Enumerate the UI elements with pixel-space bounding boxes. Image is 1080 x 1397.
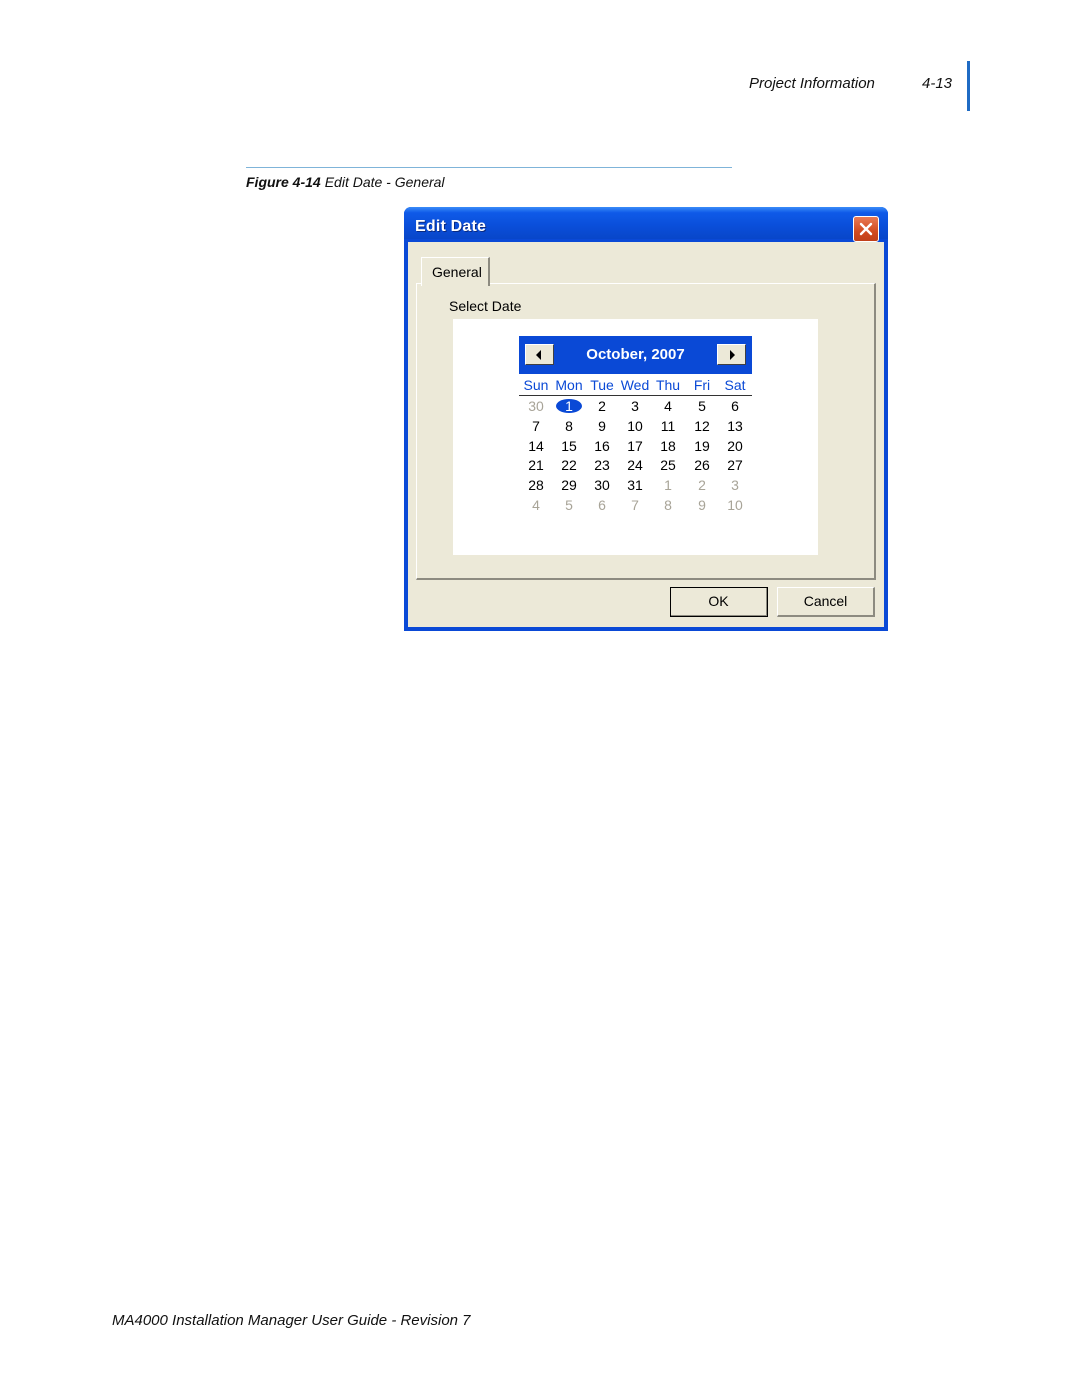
- weekday-label: Sat: [724, 377, 746, 393]
- dialog-title: Edit Date: [415, 218, 487, 235]
- calendar-day[interactable]: 9: [585, 417, 619, 435]
- page-footer: MA4000 Installation Manager User Guide -…: [112, 1312, 471, 1329]
- calendar-day[interactable]: 2: [685, 476, 719, 494]
- weekday-label: Sun: [523, 377, 549, 393]
- calendar-day[interactable]: 12: [685, 417, 719, 435]
- figure-caption-text: Edit Date - General: [324, 174, 445, 190]
- tab-general[interactable]: General: [421, 257, 490, 286]
- calendar-day[interactable]: 16: [585, 437, 619, 455]
- calendar-day[interactable]: 4: [519, 496, 553, 514]
- calendar-day[interactable]: 6: [585, 496, 619, 514]
- calendar-day[interactable]: 7: [519, 417, 553, 435]
- calendar-day[interactable]: 4: [651, 397, 685, 415]
- weekday-label: Wed: [620, 377, 650, 393]
- calendar-day[interactable]: 23: [585, 456, 619, 474]
- calendar-day[interactable]: 10: [618, 417, 652, 435]
- calendar-day[interactable]: 7: [618, 496, 652, 514]
- cancel-button[interactable]: Cancel: [777, 587, 875, 617]
- calendar-day[interactable]: 27: [718, 456, 752, 474]
- calendar-day[interactable]: 22: [552, 456, 586, 474]
- calendar-day[interactable]: 19: [685, 437, 719, 455]
- ok-button[interactable]: OK: [670, 587, 768, 617]
- page-number: 4-13: [922, 75, 953, 92]
- calendar-day[interactable]: 2: [585, 397, 619, 415]
- calendar-day[interactable]: 15: [552, 437, 586, 455]
- calendar-day[interactable]: 8: [552, 417, 586, 435]
- calendar-day[interactable]: 6: [718, 397, 752, 415]
- edit-date-dialog: Edit Date General Select Date October, 2…: [404, 207, 888, 631]
- figure-caption: Figure 4-14 Edit Date - General: [246, 174, 445, 190]
- weekday-label: Fri: [693, 377, 711, 393]
- weekday-label: Tue: [590, 377, 614, 393]
- calendar-day[interactable]: 11: [651, 417, 685, 435]
- calendar-day[interactable]: 21: [519, 456, 553, 474]
- calendar-day[interactable]: 5: [685, 397, 719, 415]
- calendar-day[interactable]: 18: [651, 437, 685, 455]
- header-accent-bar: [967, 61, 970, 111]
- weekday-label: Mon: [555, 377, 583, 393]
- dialog-client-area: General Select Date October, 2007 Sun Mon…: [408, 242, 884, 627]
- calendar-day[interactable]: 30: [585, 476, 619, 494]
- calendar-header: October, 2007: [519, 336, 752, 374]
- page-header-title: Project Information: [749, 75, 875, 92]
- close-button[interactable]: [853, 216, 879, 242]
- calendar-day[interactable]: 26: [685, 456, 719, 474]
- calendar-day[interactable]: 13: [718, 417, 752, 435]
- calendar-day[interactable]: 20: [718, 437, 752, 455]
- calendar-day[interactable]: 17: [618, 437, 652, 455]
- calendar-day[interactable]: 5: [552, 496, 586, 514]
- next-month-button[interactable]: [717, 344, 746, 365]
- dialog-titlebar[interactable]: Edit Date: [404, 207, 888, 242]
- weekday-label: Thu: [655, 377, 681, 393]
- right-triangle-icon: [730, 350, 735, 360]
- calendar-day[interactable]: 30: [519, 397, 553, 415]
- calendar-day[interactable]: 14: [519, 437, 553, 455]
- calendar-day[interactable]: 31: [618, 476, 652, 494]
- calendar-day-selected[interactable]: 1: [552, 397, 586, 415]
- calendar-day[interactable]: 8: [651, 496, 685, 514]
- calendar-day[interactable]: 28: [519, 476, 553, 494]
- figure-rule: [246, 167, 732, 168]
- tab-general-label: General: [432, 264, 482, 280]
- calendar-day[interactable]: 29: [552, 476, 586, 494]
- calendar-day[interactable]: 1: [651, 476, 685, 494]
- calendar-day[interactable]: 10: [718, 496, 752, 514]
- select-date-label: Select Date: [449, 298, 522, 314]
- figure-label: Figure 4-14: [246, 174, 321, 190]
- close-x-icon: [859, 222, 873, 236]
- calendar-day[interactable]: 24: [618, 456, 652, 474]
- calendar-control: October, 2007 Sun Mon Tue Wed Thu Fri Sat 30 1 2…: [453, 319, 818, 555]
- weekday-header-row: Sun Mon Tue Wed Thu Fri Sat: [519, 377, 752, 396]
- calendar-day[interactable]: 3: [718, 476, 752, 494]
- calendar-day[interactable]: 3: [618, 397, 652, 415]
- calendar-day[interactable]: 9: [685, 496, 719, 514]
- calendar-day[interactable]: 25: [651, 456, 685, 474]
